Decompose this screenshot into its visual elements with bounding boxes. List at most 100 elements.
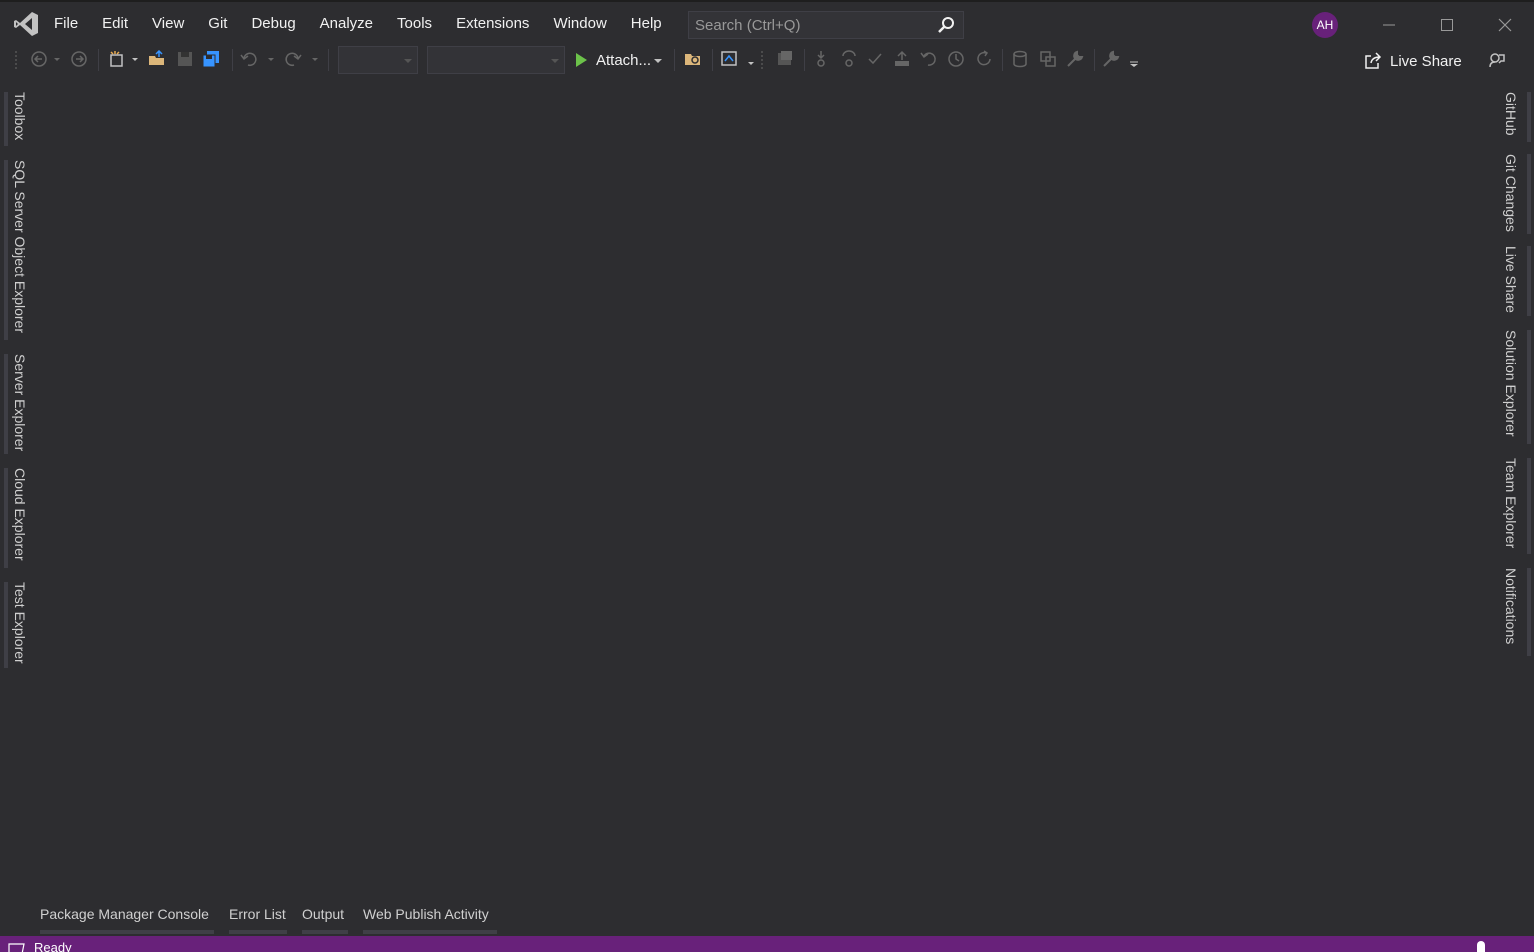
tab-team-explorer[interactable]: Team Explorer — [1503, 458, 1519, 548]
save-icon[interactable] — [176, 50, 194, 68]
maximize-button[interactable] — [1432, 10, 1462, 40]
chevron-down-icon[interactable] — [310, 50, 320, 68]
tab-notifications[interactable]: Notifications — [1503, 568, 1519, 644]
refresh-icon[interactable] — [975, 50, 993, 68]
toolbar-separator — [98, 49, 99, 71]
tab-sql-server-object-explorer[interactable]: SQL Server Object Explorer — [12, 160, 28, 333]
chevron-down-icon[interactable] — [266, 50, 276, 68]
navigate-forward-icon[interactable] — [70, 50, 88, 68]
tab-output[interactable]: Output — [302, 906, 344, 922]
tab-indicator — [1527, 154, 1531, 234]
feedback-icon[interactable] — [1488, 51, 1506, 69]
refresh-linked-browsers-icon[interactable] — [776, 50, 794, 68]
wrench-icon[interactable] — [1066, 50, 1084, 68]
toolbar-separator — [674, 49, 675, 71]
tab-cloud-explorer[interactable]: Cloud Explorer — [12, 468, 28, 561]
undo-icon[interactable] — [240, 50, 258, 68]
menu-extensions[interactable]: Extensions — [444, 2, 541, 46]
tab-indicator — [4, 468, 8, 568]
play-icon — [576, 53, 587, 67]
standard-toolbar: Attach... Live Share — [0, 46, 1534, 74]
toolbar-separator — [1002, 49, 1003, 71]
new-project-icon[interactable] — [108, 50, 126, 68]
search-input[interactable] — [695, 16, 931, 34]
menu-analyze[interactable]: Analyze — [308, 2, 385, 46]
menu-bar: File Edit View Git Debug Analyze Tools E… — [42, 2, 674, 46]
save-all-icon[interactable] — [202, 50, 220, 68]
step-into-icon[interactable] — [812, 50, 830, 68]
chevron-down-icon[interactable] — [130, 50, 140, 68]
menu-tools[interactable]: Tools — [385, 2, 444, 46]
search-icon[interactable] — [937, 16, 955, 34]
tab-indicator — [1527, 458, 1531, 554]
compare-icon[interactable] — [1039, 50, 1057, 68]
redo-icon[interactable] — [284, 50, 302, 68]
visual-studio-logo-icon[interactable] — [12, 10, 40, 38]
tab-indicator — [4, 160, 8, 340]
find-in-files-icon[interactable] — [684, 50, 702, 68]
step-over-icon[interactable] — [840, 50, 858, 68]
tab-error-list[interactable]: Error List — [229, 906, 286, 922]
undo-changes-icon[interactable] — [920, 50, 938, 68]
chevron-down-icon[interactable] — [746, 50, 756, 68]
tab-indicator — [1527, 92, 1531, 142]
menu-view[interactable]: View — [140, 2, 196, 46]
navigate-back-icon[interactable] — [30, 50, 48, 68]
toolbar-separator — [328, 49, 329, 71]
chevron-down-icon — [654, 59, 663, 63]
solution-platform-select[interactable] — [427, 46, 565, 74]
toolbar-grip[interactable] — [14, 50, 18, 70]
toolbar-overflow-icon[interactable] — [1128, 50, 1140, 68]
attach-label: Attach... — [596, 51, 652, 69]
title-bar: File Edit View Git Debug Analyze Tools E… — [0, 0, 1534, 46]
tab-live-share[interactable]: Live Share — [1503, 246, 1519, 313]
menu-file[interactable]: File — [42, 2, 90, 46]
live-share-button[interactable]: Live Share — [1364, 48, 1462, 74]
browser-link-icon[interactable] — [720, 50, 738, 68]
menu-window[interactable]: Window — [541, 2, 618, 46]
share-icon — [1365, 52, 1382, 69]
toolbar-separator — [1094, 49, 1095, 71]
tab-web-publish-activity[interactable]: Web Publish Activity — [363, 906, 489, 922]
toolbar-separator — [712, 49, 713, 71]
account-avatar[interactable]: AH — [1312, 12, 1338, 38]
solution-configuration-select[interactable] — [338, 46, 418, 74]
tab-github[interactable]: GitHub — [1503, 92, 1519, 136]
tab-indicator — [1527, 568, 1531, 656]
menu-debug[interactable]: Debug — [239, 2, 307, 46]
search-box[interactable] — [688, 11, 964, 39]
tab-solution-explorer[interactable]: Solution Explorer — [1503, 330, 1519, 437]
menu-git[interactable]: Git — [196, 2, 239, 46]
open-folder-icon[interactable] — [148, 50, 166, 68]
live-share-label: Live Share — [1390, 52, 1462, 70]
chevron-down-icon[interactable] — [52, 50, 62, 68]
attach-button[interactable]: Attach... — [574, 46, 665, 74]
tab-toolbox[interactable]: Toolbox — [12, 92, 28, 140]
menu-edit[interactable]: Edit — [90, 2, 140, 46]
tab-test-explorer[interactable]: Test Explorer — [12, 582, 28, 664]
history-icon[interactable] — [947, 50, 965, 68]
menu-help[interactable]: Help — [619, 2, 674, 46]
toolbar-grip[interactable] — [760, 50, 764, 70]
tab-server-explorer[interactable]: Server Explorer — [12, 354, 28, 451]
notification-bell-icon[interactable] — [1474, 940, 1488, 952]
chevron-down-icon — [551, 59, 559, 63]
tab-indicator — [4, 582, 8, 668]
tools-icon[interactable] — [1102, 50, 1120, 68]
minimize-button[interactable] — [1374, 10, 1404, 40]
database-icon[interactable] — [1011, 50, 1029, 68]
tab-indicator — [1527, 330, 1531, 444]
tab-git-changes[interactable]: Git Changes — [1503, 154, 1519, 232]
tab-package-manager-console[interactable]: Package Manager Console — [40, 906, 209, 922]
upload-icon[interactable] — [893, 50, 911, 68]
close-button[interactable] — [1490, 10, 1520, 40]
maximize-icon — [1441, 19, 1453, 31]
checkmark-icon[interactable] — [866, 50, 884, 68]
toolbar-separator — [804, 49, 805, 71]
tab-indicator — [229, 930, 287, 934]
status-bar: Ready — [0, 936, 1534, 952]
tab-indicator — [1527, 246, 1531, 316]
status-window-icon[interactable] — [8, 942, 26, 952]
tab-indicator — [4, 354, 8, 454]
chevron-down-icon — [404, 59, 412, 63]
